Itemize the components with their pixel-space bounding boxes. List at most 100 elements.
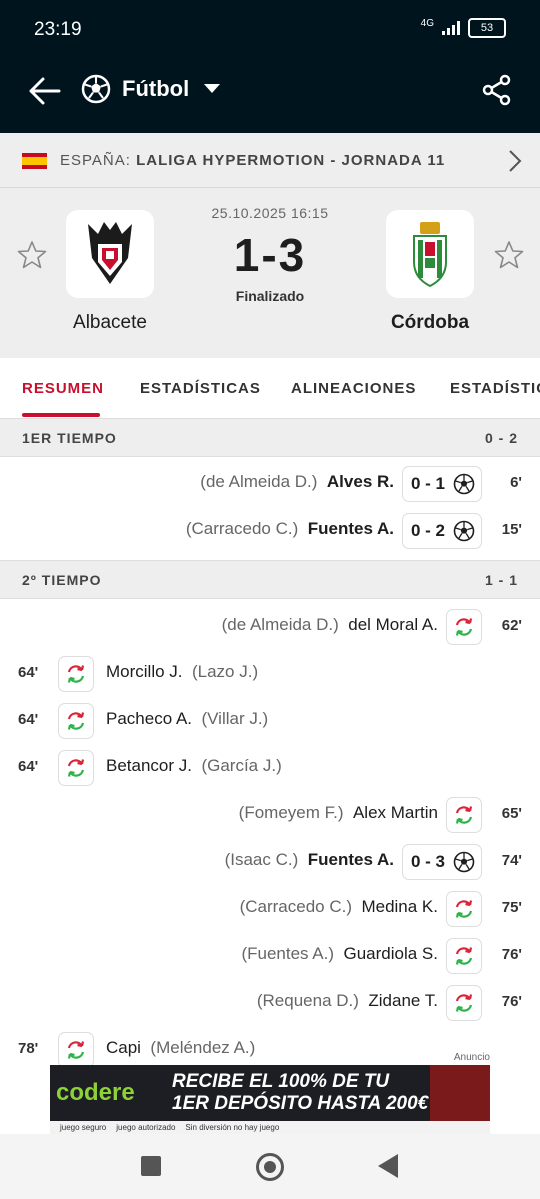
substitution-chip xyxy=(446,891,482,927)
home-team-name[interactable]: Albacete xyxy=(30,312,190,334)
section-first-half: 1ER TIEMPO 0 - 2 xyxy=(0,418,540,457)
match-status: Finalizado xyxy=(235,288,305,304)
substitution-icon xyxy=(454,993,474,1018)
app-bar: Fútbol xyxy=(0,60,540,133)
event-player[interactable]: Guardiola S. xyxy=(344,944,439,963)
substitution-icon xyxy=(66,758,86,783)
event-assist: (Carracedo C.) xyxy=(239,897,352,916)
spain-flag-icon xyxy=(22,153,47,169)
soccer-ball-icon xyxy=(453,520,475,547)
network-type: 4G xyxy=(420,18,434,29)
substitution-chip xyxy=(58,656,94,692)
tab-estadisticas-jugadores[interactable]: ESTADÍSTICAS xyxy=(450,380,540,397)
favorite-star-icon[interactable] xyxy=(494,240,524,270)
event-assist: (Lazo J.) xyxy=(191,662,259,681)
event-description: (Fomeyem F.) Alex Martin xyxy=(239,803,438,823)
event-minute: 15' xyxy=(501,521,522,538)
soccer-ball-icon xyxy=(453,851,475,878)
substitution-chip xyxy=(446,797,482,833)
event-description: Betancor J. (García J.) xyxy=(106,756,282,776)
substitution-chip xyxy=(58,1032,94,1068)
substitution-chip xyxy=(446,985,482,1021)
substitution-event: 62' (de Almeida D.) del Moral A. xyxy=(0,603,540,649)
substitution-icon xyxy=(66,711,86,736)
event-description: Capi (Meléndez A.) xyxy=(106,1038,255,1058)
tab-alineaciones[interactable]: ALINEACIONES xyxy=(291,380,416,397)
event-minute: 64' xyxy=(18,664,39,681)
home-team-logo[interactable] xyxy=(66,210,154,298)
event-player[interactable]: Fuentes A. xyxy=(308,850,394,869)
event-description: (Carracedo C.) Medina K. xyxy=(240,897,438,917)
goal-event: 6' 0 - 1 (de Almeida D.) Alves R. xyxy=(0,460,540,506)
section-score: 0 - 2 xyxy=(484,430,518,446)
dropdown-caret-icon[interactable] xyxy=(204,84,220,93)
tab-resumen[interactable]: RESUMEN xyxy=(22,380,104,397)
league-bar[interactable]: ESPAÑA: LALIGA HYPERMOTION - JORNADA 11 xyxy=(0,133,540,188)
event-description: Pacheco A. (Villar J.) xyxy=(106,709,268,729)
substitution-event: 64' Betancor J. (García J.) xyxy=(0,744,540,790)
ad-player-image xyxy=(430,1065,490,1121)
substitution-chip xyxy=(58,703,94,739)
substitution-icon xyxy=(66,664,86,689)
event-assist: (García J.) xyxy=(201,756,282,775)
event-player[interactable]: Fuentes A. xyxy=(308,519,394,538)
away-team-logo[interactable] xyxy=(386,210,474,298)
substitution-event: 75' (Carracedo C.) Medina K. xyxy=(0,885,540,931)
status-icons: 4G 53 xyxy=(421,18,506,38)
goal-event: 15' 0 - 2 (Carracedo C.) Fuentes A. xyxy=(0,507,540,553)
event-description: (Carracedo C.) Fuentes A. xyxy=(186,519,394,539)
favorite-star-icon[interactable] xyxy=(17,240,47,270)
recent-apps-icon[interactable] xyxy=(141,1156,161,1176)
goal-score-chip: 0 - 1 xyxy=(402,466,482,502)
ad-banner[interactable]: codere RECIBE EL 100% DE TU 1ER DEPÓSITO… xyxy=(50,1065,490,1134)
event-player[interactable]: Zidane T. xyxy=(368,991,438,1010)
event-minute: 76' xyxy=(501,993,522,1010)
event-minute: 65' xyxy=(501,805,522,822)
tab-bar: RESUMEN ESTADÍSTICAS ALINEACIONES ESTADÍ… xyxy=(0,358,540,418)
event-minute: 75' xyxy=(501,899,522,916)
substitution-chip xyxy=(446,609,482,645)
status-bar: 23:19 4G 53 xyxy=(0,0,540,60)
tab-estadisticas[interactable]: ESTADÍSTICAS xyxy=(140,380,261,397)
active-tab-indicator xyxy=(22,413,100,417)
event-player[interactable]: Alves R. xyxy=(327,472,394,491)
goal-score: 0 - 2 xyxy=(411,521,446,540)
substitution-chip xyxy=(58,750,94,786)
soccer-ball-icon xyxy=(81,74,111,104)
ad-label: Anuncio xyxy=(453,1052,490,1063)
league-title: ESPAÑA: LALIGA HYPERMOTION - JORNADA 11 xyxy=(60,152,446,169)
share-icon[interactable] xyxy=(482,74,512,106)
home-icon[interactable] xyxy=(256,1153,284,1181)
event-description: (Requena D.) Zidane T. xyxy=(257,991,438,1011)
substitution-icon xyxy=(454,899,474,924)
section-score: 1 - 1 xyxy=(484,572,518,588)
substitution-icon xyxy=(454,617,474,642)
substitution-chip xyxy=(446,938,482,974)
event-player[interactable]: del Moral A. xyxy=(348,615,438,634)
ad-legal-strip: juego seguro juego autorizado Sin diversió… xyxy=(50,1121,490,1134)
event-player[interactable]: Capi xyxy=(106,1038,141,1057)
event-description: (Fuentes A.) Guardiola S. xyxy=(241,944,438,964)
event-player[interactable]: Betancor J. xyxy=(106,756,192,775)
event-player[interactable]: Morcillo J. xyxy=(106,662,183,681)
status-time: 23:19 xyxy=(34,19,82,40)
event-assist: (de Almeida D.) xyxy=(200,472,318,491)
back-arrow-icon[interactable] xyxy=(28,76,62,106)
event-assist: (Requena D.) xyxy=(256,991,359,1010)
event-description: Morcillo J. (Lazo J.) xyxy=(106,662,258,682)
ad-headline: RECIBE EL 100% DE TU 1ER DEPÓSITO HASTA … xyxy=(172,1071,429,1114)
chevron-right-icon[interactable] xyxy=(508,149,522,173)
match-score: 1-3 xyxy=(233,229,307,281)
away-team-name[interactable]: Córdoba xyxy=(350,312,510,334)
section-title: 1ER TIEMPO xyxy=(22,430,117,446)
event-player[interactable]: Medina K. xyxy=(361,897,438,916)
event-player[interactable]: Alex Martin xyxy=(353,803,438,822)
event-assist: (Isaac C.) xyxy=(224,850,299,869)
substitution-event: 64' Morcillo J. (Lazo J.) xyxy=(0,650,540,696)
nav-back-icon[interactable] xyxy=(378,1154,398,1178)
event-player[interactable]: Pacheco A. xyxy=(106,709,192,728)
event-assist: (Carracedo C.) xyxy=(185,519,299,538)
ad-brand-logo: codere xyxy=(56,1079,135,1106)
section-title: 2º TIEMPO xyxy=(22,572,102,588)
sport-selector-title[interactable]: Fútbol xyxy=(122,76,189,102)
